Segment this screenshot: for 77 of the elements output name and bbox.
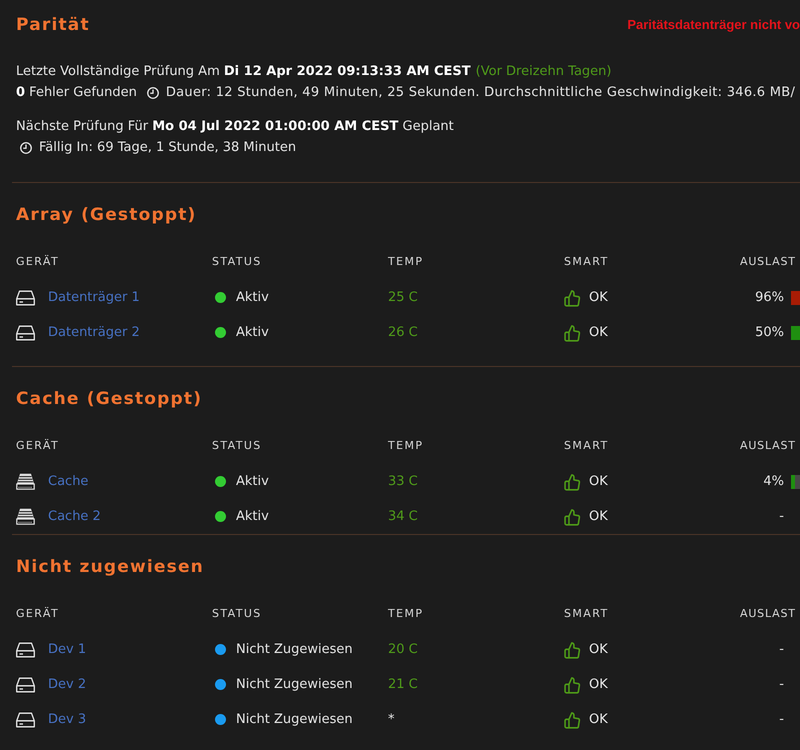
column-header: STATUS	[212, 254, 262, 270]
smart-status-text: OK	[589, 710, 608, 729]
device-link[interactable]: Dev 2	[48, 674, 86, 694]
temperature-text: *	[388, 710, 394, 729]
device-link[interactable]: Dev 3	[48, 710, 86, 730]
section-title: Nicht zugewiesen	[16, 556, 204, 578]
column-header: AUSLAST	[740, 438, 796, 454]
usage-text: 96%	[755, 288, 784, 307]
disk-drive-icon	[16, 290, 35, 306]
device-link[interactable]: Dev 1	[48, 640, 86, 660]
status-text: Nicht Zugewiesen	[236, 640, 353, 659]
column-header: AUSLAST	[740, 254, 796, 270]
column-header: SMART	[564, 254, 609, 270]
temperature-text: 33 C	[388, 472, 418, 491]
usage-text: -	[779, 676, 784, 694]
disk-drive-icon	[16, 642, 35, 658]
temperature-text: 26 C	[388, 324, 418, 342]
temperature-text: 34 C	[388, 508, 418, 526]
column-header: SMART	[564, 438, 609, 454]
due-text: Fällig In: 69 Tage, 1 Stunde, 38 Minuten	[39, 139, 296, 157]
errors-text: 0 Fehler Gefunden	[16, 84, 137, 102]
smart-status-text: OK	[589, 288, 608, 307]
thumbs-up-icon	[564, 508, 581, 526]
smart-status-text: OK	[589, 640, 608, 659]
thumbs-up-icon	[564, 472, 581, 490]
status-text: Aktiv	[236, 288, 269, 307]
status-text: Nicht Zugewiesen	[236, 676, 353, 694]
usage-text: 4%	[763, 472, 784, 491]
column-header: TEMP	[388, 254, 424, 270]
column-header: TEMP	[388, 438, 424, 454]
clock-icon	[20, 142, 32, 154]
last-check-text: Letzte Vollständige Prüfung Am Di 12 Apr 2022 09:13:33 AM CEST	[16, 63, 471, 81]
next-check-text: Nächste Prüfung Für Mo 04 Jul 2022 01:00:00 AM CEST Geplant	[16, 118, 454, 136]
disk-drive-icon	[16, 676, 35, 692]
section-title: Parität	[16, 14, 90, 36]
column-header: STATUS	[212, 438, 262, 454]
column-header: TEMP	[388, 606, 424, 622]
device-link[interactable]: Datenträger 1	[48, 288, 140, 308]
status-text: Aktiv	[236, 508, 269, 526]
temperature-text: 25 C	[388, 288, 418, 307]
column-header: STATUS	[212, 606, 262, 622]
temperature-text: 20 C	[388, 640, 418, 659]
thumbs-up-icon	[564, 324, 581, 342]
usage-text: -	[779, 640, 784, 659]
thumbs-up-icon	[564, 288, 581, 306]
status-text: Aktiv	[236, 324, 269, 342]
striped-drive-icon	[16, 508, 35, 525]
status-text: Aktiv	[236, 472, 269, 491]
smart-status-text: OK	[589, 508, 608, 526]
thumbs-up-icon	[564, 676, 581, 694]
column-header: SMART	[564, 606, 609, 622]
section-title: Array (Gestoppt)	[16, 204, 196, 226]
temperature-text: 21 C	[388, 676, 418, 694]
device-link[interactable]: Cache 2	[48, 506, 101, 526]
thumbs-up-icon	[564, 710, 581, 728]
device-link[interactable]: Datenträger 2	[48, 322, 140, 342]
column-header: AUSLAST	[740, 606, 796, 622]
column-header: GERÄT	[16, 606, 60, 622]
column-header: GERÄT	[16, 438, 60, 454]
striped-drive-icon	[16, 473, 35, 490]
status-text: Nicht Zugewiesen	[236, 710, 353, 729]
usage-text: -	[779, 710, 784, 729]
warning-text: Paritätsdatenträger nicht vo	[627, 16, 800, 34]
device-link[interactable]: Cache	[48, 472, 88, 492]
smart-status-text: OK	[589, 324, 608, 342]
smart-status-text: OK	[589, 676, 608, 694]
thumbs-up-icon	[564, 640, 581, 658]
smart-status-text: OK	[589, 472, 608, 491]
relative-time-text: (Vor Dreizehn Tagen)	[476, 63, 612, 81]
disk-drive-icon	[16, 324, 35, 340]
usage-text: -	[779, 508, 784, 526]
usage-text: 50%	[755, 324, 784, 342]
column-header: GERÄT	[16, 254, 60, 270]
disk-drive-icon	[16, 712, 35, 728]
clock-icon	[146, 86, 159, 98]
duration-text: Dauer: 12 Stunden, 49 Minuten, 25 Sekunden. Durchschnittliche Geschwindigkeit: 346.6 MB/	[166, 84, 796, 102]
section-title: Cache (Gestoppt)	[16, 388, 202, 410]
